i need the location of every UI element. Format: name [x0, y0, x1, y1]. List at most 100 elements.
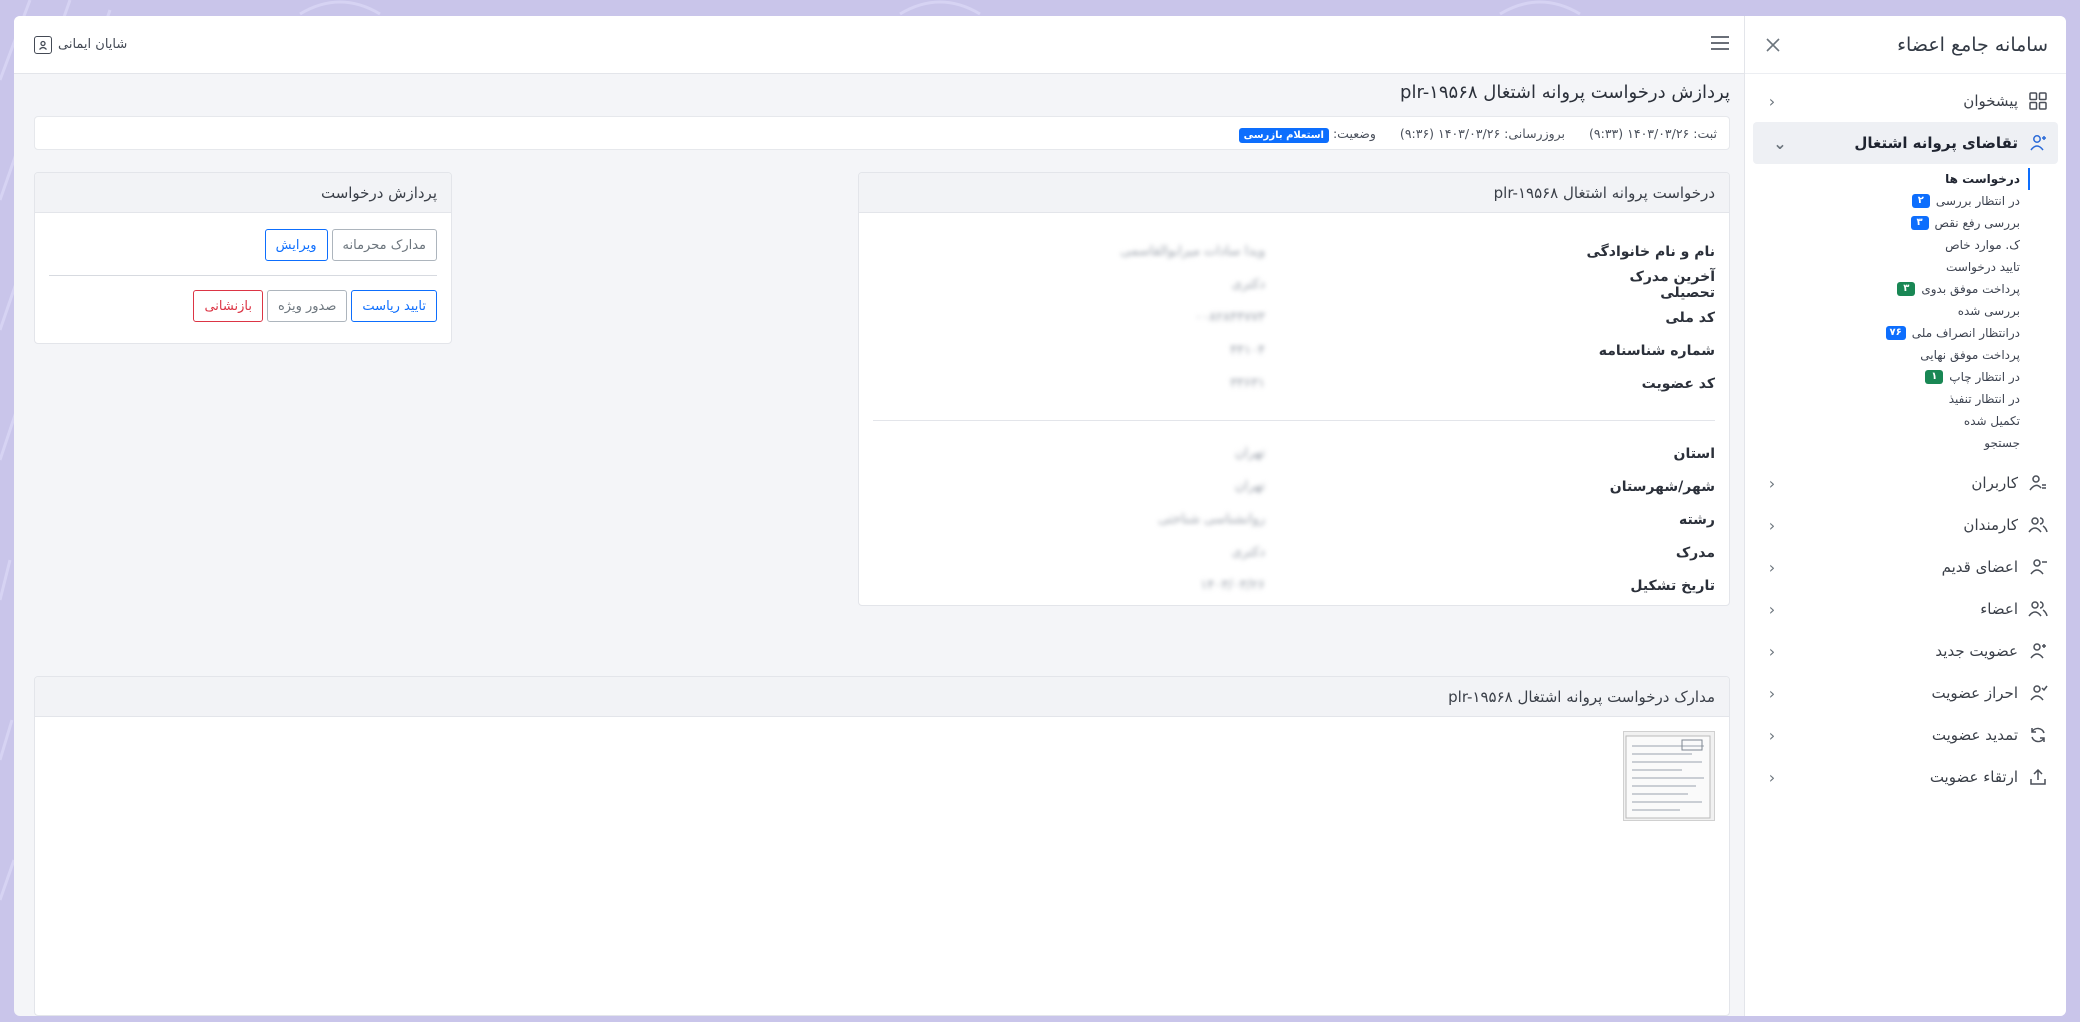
detail-value: ویدا سادات میرابوالقاسمی	[1120, 244, 1265, 259]
close-icon	[1766, 37, 1780, 52]
submenu-item-approve-request[interactable]: تایید درخواست	[1745, 256, 2028, 278]
detail-row: مدرک دکتری	[873, 536, 1715, 569]
sidebar-item-old-members[interactable]: اعضای قدیم ‹	[1745, 546, 2066, 588]
document-image	[1625, 735, 1711, 819]
submenu-item-completed[interactable]: تکمیل شده	[1745, 410, 2028, 432]
sidebar-item-members[interactable]: اعضاء ‹	[1745, 588, 2066, 630]
page-title: پردازش درخواست پروانه اشتغال plr-۱۹۵۶۸	[1400, 82, 1730, 103]
sidebar-item-label: پیشخوان	[1963, 92, 2018, 110]
submenu-label: در انتظار بررسی	[1935, 194, 2020, 208]
sidebar-item-label: تقاضای پروانه اشتغال	[1854, 134, 2018, 152]
submenu-item-special-cases[interactable]: ک. موارد خاص	[1745, 234, 2028, 256]
submenu-label: تایید درخواست	[1946, 260, 2020, 274]
count-badge: ۷۶	[1885, 326, 1906, 340]
submenu-item-reviewed[interactable]: بررسی شده	[1745, 300, 2028, 322]
detail-row: آخرین مدرک تحصیلی دکتری	[873, 268, 1715, 301]
process-actions-row: مدارک محرمانه ویرایش	[49, 229, 437, 261]
user-plus-icon	[2028, 641, 2048, 661]
chevron-left-icon: ‹	[1768, 557, 1776, 577]
submenu-item-pending-print[interactable]: در انتظار چاپ ۱	[1745, 366, 2028, 388]
sidebar-item-label: تمدید عضویت	[1931, 726, 2018, 744]
divider	[873, 420, 1715, 421]
decision-actions-row: تایید ریاست صدور ویژه بازنشانی	[49, 290, 437, 322]
updated-date: بروزرسانی: ۱۴۰۳/۰۳/۲۶ (۹:۳۶)	[1399, 125, 1566, 141]
close-sidebar-button[interactable]	[1755, 31, 1791, 59]
registered-date: ثبت: ۱۴۰۳/۰۳/۲۶ (۹:۳۳)	[1589, 125, 1717, 141]
submenu-label: تکمیل شده	[1963, 414, 2020, 428]
detail-value: ۱۴۰۳/۰۳/۲۶	[1200, 578, 1265, 593]
submenu-item-pending-review[interactable]: در انتظار بررسی ۲	[1745, 190, 2028, 212]
sidebar-item-new-membership[interactable]: عضویت جدید ‹	[1745, 630, 2066, 672]
sidebar-item-dashboard[interactable]: پیشخوان ‹	[1745, 80, 2066, 122]
details-card-header: درخواست پروانه اشتغال plr-۱۹۵۶۸	[859, 173, 1729, 213]
chevron-left-icon: ‹	[1768, 599, 1776, 619]
chevron-left-icon: ‹	[1768, 473, 1776, 493]
submenu-item-final-payment[interactable]: پرداخت موفق نهایی	[1745, 344, 2028, 366]
submenu-label: بررسی رفع نقص	[1934, 216, 2020, 230]
user-check-icon	[2028, 683, 2048, 703]
submenu-label: در انتظار چاپ	[1949, 370, 2020, 384]
special-issue-button[interactable]: صدور ویژه	[266, 290, 348, 322]
user-list-icon	[2028, 473, 2048, 493]
submenu-label: در انتظار تنفیذ	[1948, 392, 2020, 406]
detail-value: ۰۰۸۲۸۴۴۷۷۳	[1195, 310, 1265, 325]
sidebar-item-label: کارمندان	[1963, 516, 2018, 534]
submenu-item-requests[interactable]: درخواست ها	[1745, 168, 2030, 190]
request-documents-card: مدارک درخواست پروانه اشتغال plr-۱۹۵۶۸	[34, 676, 1730, 1016]
submenu-item-national-withdrawal[interactable]: درانتظار انصراف ملی ۷۶	[1745, 322, 2028, 344]
sidebar-item-label: اعضای قدیم	[1941, 558, 2018, 576]
submenu-label: پرداخت موفق بدوی	[1921, 282, 2020, 296]
chevron-down-icon: ⌄	[1773, 133, 1787, 153]
submenu-label: پرداخت موفق نهایی	[1920, 348, 2020, 362]
detail-row: کد عضویت ۳۳۶۳۱	[873, 367, 1715, 400]
refresh-icon	[2028, 725, 2048, 745]
approve-presidency-button[interactable]: تایید ریاست	[351, 290, 437, 322]
detail-row: کد ملی ۰۰۸۲۸۴۴۷۷۳	[873, 301, 1715, 334]
user-badge-icon	[34, 35, 52, 54]
sidebar-item-license-request[interactable]: تقاضای پروانه اشتغال ⌄	[1753, 122, 2058, 164]
sidebar-item-membership-upgrade[interactable]: ارتقاء عضویت ‹	[1745, 756, 2066, 798]
license-request-submenu: درخواست ها در انتظار بررسی ۲ بررسی رفع نق…	[1745, 164, 2030, 462]
submenu-label: درانتظار انصراف ملی	[1911, 326, 2020, 340]
sidebar-item-employees[interactable]: کارمندان ‹	[1745, 504, 2066, 546]
submenu-item-defect-review[interactable]: بررسی رفع نقص ۳	[1745, 212, 2028, 234]
detail-label: شهر/شهرستان	[1609, 478, 1715, 495]
submenu-label: درخواست ها	[1945, 172, 2020, 186]
sidebar-item-membership-renewal[interactable]: تمدید عضویت ‹	[1745, 714, 2066, 756]
detail-label: آخرین مدرک تحصیلی	[1629, 268, 1715, 301]
reset-button[interactable]: بازنشانی	[193, 290, 263, 322]
main-content: شایان ایمانی پردازش درخواست پروانه اشتغا…	[14, 16, 1744, 1016]
detail-label: مدرک	[1675, 544, 1715, 561]
process-request-card: پردازش درخواست مدارک محرمانه ویرایش تایی…	[34, 172, 452, 344]
menu-toggle-button[interactable]	[1710, 32, 1730, 57]
submenu-item-initial-payment[interactable]: پرداخت موفق بدوی ۳	[1745, 278, 2028, 300]
hamburger-icon	[1711, 36, 1729, 50]
detail-value: تهران	[1235, 446, 1265, 461]
detail-row: رشته روانشناسی شناختی	[873, 503, 1715, 536]
detail-label: کد عضویت	[1641, 375, 1715, 392]
status-badge: استعلام بازرسی	[1238, 127, 1329, 143]
sidebar-menu: پیشخوان ‹ تقاضای پروانه اشتغال ⌄ درخواست…	[1745, 74, 2066, 798]
sidebar-item-membership-verification[interactable]: احراز عضویت ‹	[1745, 672, 2066, 714]
detail-row: تاریخ تشکیل ۱۴۰۳/۰۳/۲۶	[873, 569, 1715, 602]
detail-label: کد ملی	[1665, 309, 1715, 326]
submenu-label: بررسی شده	[1957, 304, 2020, 318]
request-details-card: درخواست پروانه اشتغال plr-۱۹۵۶۸ نام و نا…	[858, 172, 1730, 606]
detail-label: تاریخ تشکیل	[1630, 577, 1715, 594]
edit-button[interactable]: ویرایش	[264, 229, 328, 261]
sidebar-item-users[interactable]: کاربران ‹	[1745, 462, 2066, 504]
document-thumbnail[interactable]	[1623, 731, 1715, 821]
submenu-item-pending-enforcement[interactable]: در انتظار تنفیذ	[1745, 388, 2028, 410]
submenu-item-search[interactable]: جستجو	[1745, 432, 2028, 454]
chevron-left-icon: ‹	[1768, 683, 1776, 703]
user-minus-icon	[2028, 557, 2048, 577]
request-info-bar: ثبت: ۱۴۰۳/۰۳/۲۶ (۹:۳۳) بروزرسانی: ۱۴۰۳/۰…	[34, 116, 1730, 150]
sidebar: سامانه جامع اعضاء پیشخوان ‹ تقاضای پروان…	[1744, 16, 2066, 1016]
upload-icon	[2028, 767, 2048, 787]
sidebar-item-label: ارتقاء عضویت	[1929, 768, 2018, 786]
user-menu[interactable]: شایان ایمانی	[34, 35, 127, 54]
count-badge: ۲	[1911, 194, 1930, 208]
chevron-left-icon: ‹	[1768, 725, 1776, 745]
confidential-documents-button[interactable]: مدارک محرمانه	[331, 229, 437, 261]
detail-label: استان	[1673, 445, 1716, 462]
